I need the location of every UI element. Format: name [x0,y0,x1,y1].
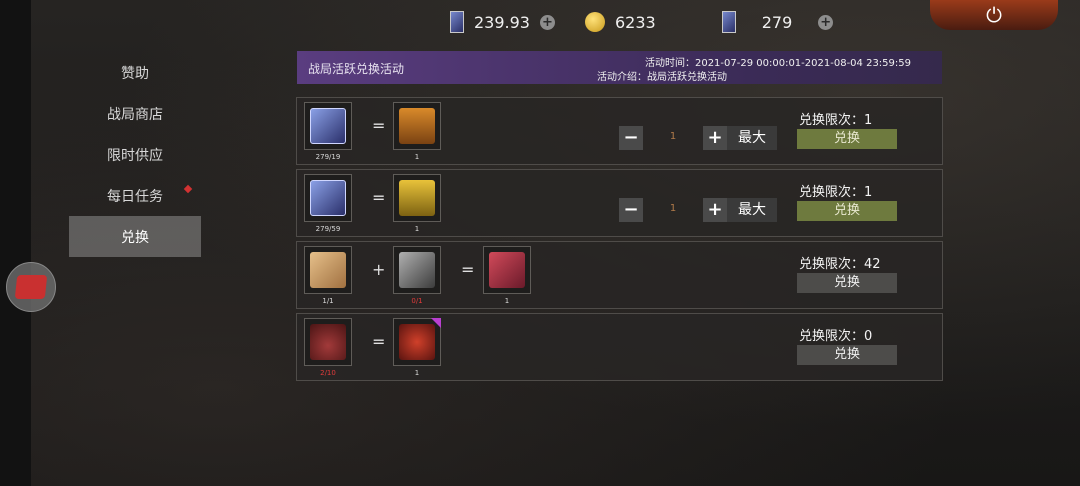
decrease-button[interactable]: − [619,198,643,222]
exchange-button[interactable]: 兑换 [797,129,897,149]
gold-coin-icon [584,12,605,32]
sidebar: 赞助 战局商店 限时供应 每日任务 兑换 [69,52,201,257]
input-item-slot[interactable] [304,318,352,366]
item-count: 1 [414,153,420,161]
blue-card-icon [721,11,736,33]
plus-operator: + [372,260,386,279]
birthday-cake-item-icon [310,324,346,360]
output-item-slot[interactable] [483,246,531,294]
event-title: 战局活跃兑换活动 [308,62,405,76]
input-item-slot[interactable] [304,246,352,294]
yellow-crate-item-icon [399,180,435,216]
limit-value: 42 [864,257,881,272]
equals-operator: = [372,188,386,207]
sidebar-item-sponsor[interactable]: 赞助 [69,52,201,93]
exchange-button[interactable]: 兑换 [797,273,897,293]
sidebar-item-label: 战局商店 [107,106,163,123]
resource-gold: 6233 [584,12,666,32]
blue-card-item-icon [310,108,346,144]
item-count: 1 [504,297,510,305]
input-item-slot[interactable] [393,246,441,294]
exchange-row: 2/10 = 1 兑换限次：0 兑换 [296,313,943,381]
exchange-limit: 兑换限次：1 [799,109,872,128]
exchange-button[interactable]: 兑换 [797,345,897,365]
sidebar-item-label: 赞助 [121,65,149,82]
limit-prefix: 兑换限次： [799,185,865,200]
limit-prefix: 兑换限次： [799,257,865,272]
resource-blue-card: 279 + [696,11,834,33]
left-edge-strip [0,0,31,486]
notification-dot [183,184,193,194]
floating-assistant-button[interactable] [6,262,56,312]
quantity-value: 1 [669,131,677,142]
increase-button[interactable]: + [703,126,727,150]
input-item-slot[interactable] [304,102,352,150]
limit-value: 0 [864,329,873,344]
exchange-limit: 兑换限次：0 [799,325,872,344]
red-crate-item-icon [489,252,525,288]
resource-blue-card-value: 279 [761,12,793,32]
resource-gold-value: 6233 [614,12,656,32]
limit-value: 1 [864,113,873,128]
exchange-row: 1/1 + 0/1 = 1 兑换限次：42 兑换 [296,241,943,309]
power-button[interactable]: ⏻ [930,0,1058,30]
equals-operator: = [372,332,386,351]
rarity-corner [431,318,441,328]
resource-card: 239.93 + [450,11,555,33]
exchange-limit: 兑换限次：42 [799,253,881,272]
envelope-item-icon [310,252,346,288]
event-time: 活动时间：2021-07-29 00:00:01-2021-08-04 23:5… [644,58,911,69]
add-blue-card-button[interactable]: + [818,14,834,30]
sidebar-item-shop[interactable]: 战局商店 [69,93,201,134]
exchange-limit: 兑换限次：1 [799,181,872,200]
card-icon [450,11,464,33]
output-item-slot[interactable] [393,174,441,222]
decrease-button[interactable]: − [619,126,643,150]
item-count: 1 [414,369,420,377]
metal-box-item-icon [399,252,435,288]
orange-crate-item-icon [399,108,435,144]
item-count: 1 [414,225,420,233]
item-count: 0/1 [411,297,423,305]
item-count: 279/59 [315,225,341,233]
blue-card-item-icon [310,180,346,216]
sidebar-item-label: 兑换 [121,229,149,246]
app-logo-icon [14,275,48,299]
exchange-row: 279/59 = 1 − 1 + 最大 兑换限次：1 兑换 [296,169,943,237]
sidebar-item-daily-tasks[interactable]: 每日任务 [69,175,201,216]
increase-button[interactable]: + [703,198,727,222]
sidebar-item-label: 每日任务 [107,188,163,205]
equals-operator: = [372,116,386,135]
limit-value: 1 [864,185,873,200]
equals-operator: = [461,260,475,279]
sidebar-item-limited[interactable]: 限时供应 [69,134,201,175]
output-item-slot[interactable] [393,318,441,366]
power-icon: ⏻ [986,3,1002,27]
red-wings-item-icon [399,324,435,360]
event-intro: 活动介绍：战局活跃兑换活动 [597,72,727,83]
exchange-row: 279/19 = 1 − 1 + 最大 兑换限次：1 兑换 [296,97,943,165]
sidebar-item-label: 限时供应 [107,147,163,164]
item-count: 1/1 [322,297,334,305]
item-count: 279/19 [315,153,341,161]
add-card-button[interactable]: + [539,14,555,30]
max-button[interactable]: 最大 [727,198,777,222]
item-count: 2/10 [320,369,336,377]
output-item-slot[interactable] [393,102,441,150]
quantity-value: 1 [669,203,677,214]
event-header: 战局活跃兑换活动 活动时间：2021-07-29 00:00:01-2021-0… [297,51,942,84]
limit-prefix: 兑换限次： [799,329,865,344]
max-button[interactable]: 最大 [727,126,777,150]
input-item-slot[interactable] [304,174,352,222]
sidebar-item-exchange[interactable]: 兑换 [69,216,201,257]
resource-card-value: 239.93 [474,12,530,32]
resource-bar: 239.93 + 6233 279 + [450,6,863,38]
limit-prefix: 兑换限次： [799,113,865,128]
exchange-button[interactable]: 兑换 [797,201,897,221]
